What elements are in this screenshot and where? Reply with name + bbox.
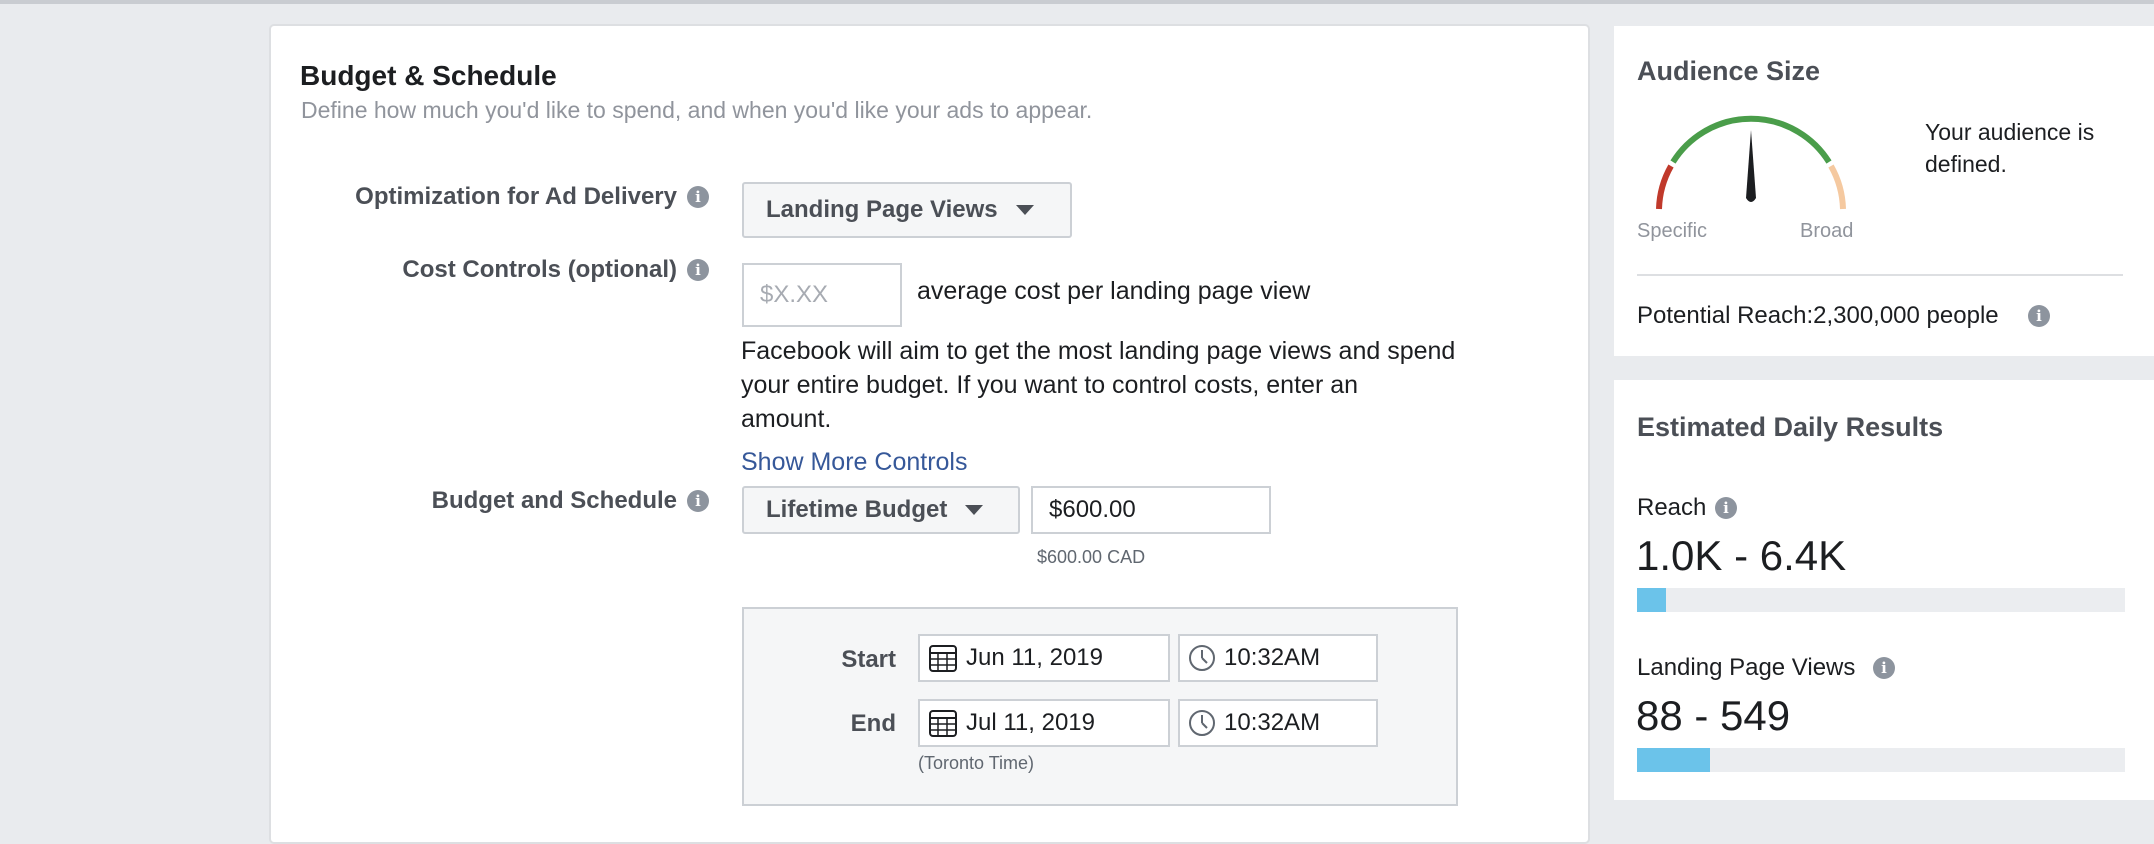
gauge-broad-arc xyxy=(1828,164,1846,210)
audience-gauge xyxy=(1656,115,1846,210)
caret-down-icon xyxy=(965,505,984,515)
start-label: Start xyxy=(841,646,896,673)
reach-bar xyxy=(1637,588,2125,612)
audience-status-line2: defined. xyxy=(1925,151,2007,177)
reach-info-icon[interactable]: i xyxy=(1715,497,1737,519)
cost-control-suffix: average cost per landing page view xyxy=(917,277,1311,305)
cost-control-help-line2: your entire budget. If you want to contr… xyxy=(741,371,1359,399)
start-time-value: 10:32AM xyxy=(1224,644,1321,671)
end-date-input[interactable]: Jul 11, 2019 xyxy=(918,699,1170,747)
window-top-border xyxy=(0,0,2154,4)
calendar-icon xyxy=(929,710,957,737)
budget-type-selected: Lifetime Budget xyxy=(766,496,948,523)
section-title: Budget & Schedule xyxy=(300,60,557,91)
clock-icon xyxy=(1189,645,1215,671)
optimization-info-icon[interactable]: i xyxy=(687,186,709,208)
cost-controls-info-icon[interactable]: i xyxy=(687,259,709,281)
gauge-broad-label: Broad xyxy=(1800,220,1854,242)
potential-reach-info-icon[interactable]: i xyxy=(2028,305,2050,327)
start-time-input[interactable]: 10:32AM xyxy=(1178,634,1378,682)
reach-label: Reach xyxy=(1637,494,1707,521)
start-date-value: Jun 11, 2019 xyxy=(966,644,1104,671)
cost-controls-label: Cost Controls (optional) xyxy=(402,256,677,283)
timezone-note: (Toronto Time) xyxy=(918,753,1035,773)
landing-page-views-bar-fill xyxy=(1637,748,1711,772)
budget-type-dropdown[interactable]: Lifetime Budget xyxy=(742,486,1020,534)
landing-page-views-info-icon[interactable]: i xyxy=(1873,657,1895,679)
caret-down-icon xyxy=(1015,205,1034,215)
audience-divider xyxy=(1637,274,2123,276)
start-date-input[interactable]: Jun 11, 2019 xyxy=(918,634,1170,682)
landing-page-views-value: 88 - 549 xyxy=(1636,692,1791,739)
estimated-results-title: Estimated Daily Results xyxy=(1637,412,1944,442)
budget-info-icon[interactable]: i xyxy=(687,490,709,512)
audience-status: Your audience is defined. xyxy=(1925,116,2094,180)
cost-control-help-line3: amount. xyxy=(741,405,832,433)
optimization-label: Optimization for Ad Delivery xyxy=(355,183,677,210)
show-more-controls-link[interactable]: Show More Controls xyxy=(741,448,967,477)
optimization-dropdown[interactable]: Landing Page Views xyxy=(742,182,1072,238)
clock-icon xyxy=(1189,710,1215,736)
audience-size-title: Audience Size xyxy=(1637,56,1821,86)
optimization-selected: Landing Page Views xyxy=(766,196,998,223)
gauge-specific-label: Specific xyxy=(1637,220,1708,242)
end-time-input[interactable]: 10:32AM xyxy=(1178,699,1378,747)
gauge-needle xyxy=(1746,130,1756,202)
end-label: End xyxy=(850,710,896,737)
end-time-value: 10:32AM xyxy=(1224,709,1321,736)
section-subtitle: Define how much you'd like to spend, and… xyxy=(301,97,1093,123)
budget-currency-note: $600.00 CAD xyxy=(1037,547,1146,567)
landing-page-views-label: Landing Page Views xyxy=(1637,654,1856,681)
landing-page-views-bar xyxy=(1637,748,2125,772)
calendar-icon xyxy=(929,645,957,672)
budget-amount-input[interactable]: $600.00 xyxy=(1031,486,1271,534)
reach-bar-fill xyxy=(1637,588,1667,612)
cost-control-help-line1: Facebook will aim to get the most landin… xyxy=(741,337,1456,365)
audience-status-line1: Your audience is xyxy=(1925,119,2095,145)
gauge-specific-arc xyxy=(1656,164,1674,210)
budget-label: Budget and Schedule xyxy=(431,487,677,514)
potential-reach: Potential Reach:2,300,000 people xyxy=(1637,302,1999,329)
end-date-value: Jul 11, 2019 xyxy=(966,709,1095,736)
cost-control-input[interactable]: $X.XX xyxy=(742,263,902,327)
reach-value: 1.0K - 6.4K xyxy=(1636,532,1847,579)
